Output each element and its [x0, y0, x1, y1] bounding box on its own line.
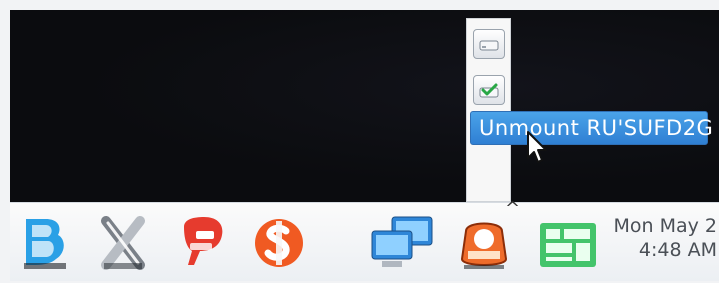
unmount-label: Unmount RU'SUFD2G: [479, 116, 714, 140]
tray-overflow-caret[interactable]: ^: [505, 200, 523, 218]
device-eject-icon[interactable]: [454, 213, 514, 273]
desktop-background: [10, 10, 719, 202]
x-app-icon[interactable]: [96, 213, 150, 273]
clock[interactable]: Mon May 2 4:48 AM: [612, 214, 719, 270]
s-app-icon[interactable]: [252, 213, 306, 273]
drive-mounted-icon[interactable]: [473, 75, 505, 105]
mouse-cursor-icon: [526, 130, 552, 168]
panels-icon[interactable]: [536, 213, 600, 273]
p-app-icon[interactable]: [174, 213, 228, 273]
tray-popup-column: [466, 18, 511, 202]
clock-time: 4:48 AM: [638, 239, 717, 261]
unmount-menu-item[interactable]: Unmount RU'SUFD2G: [470, 111, 713, 145]
b-app-icon[interactable]: [18, 213, 72, 273]
clock-date: Mon May 2: [613, 215, 717, 237]
drive-icon[interactable]: [473, 29, 505, 59]
network-icon[interactable]: [362, 213, 440, 273]
